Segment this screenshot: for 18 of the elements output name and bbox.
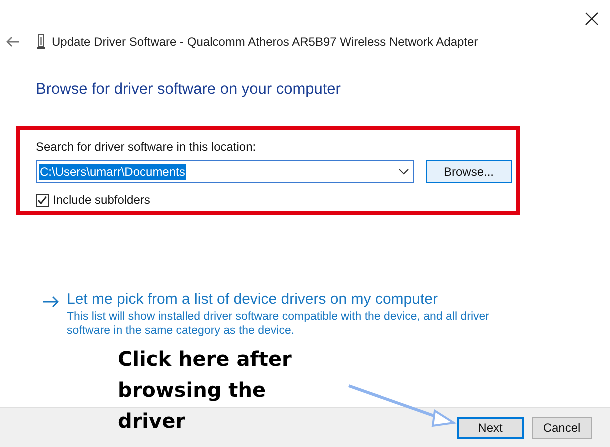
window-title: Update Driver Software - Qualcomm Atheros AR5B97 Wireless Network Adapter — [52, 34, 478, 51]
callout-text: Click here after browsing the driver — [118, 346, 292, 435]
back-arrow-icon[interactable] — [6, 36, 20, 48]
location-value: C:\Users\umarr\Documents — [39, 164, 186, 180]
network-adapter-icon — [37, 34, 46, 50]
dialog-button[interactable]: Next — [457, 416, 524, 438]
pick-driver-link[interactable]: Let me pick from a list of device drivers on my computer — [67, 291, 517, 310]
subfolders-checkbox[interactable] — [36, 194, 49, 207]
browse-button[interactable]: Browse... — [426, 160, 512, 184]
page-heading: Browse for driver software on your computer — [36, 80, 342, 100]
pick-driver-description: This list will show installed driver software compatible with the device, and all driver software in the same category as the device. — [67, 310, 490, 338]
dialog-button[interactable]: Cancel — [532, 416, 592, 438]
subfolders-label: Include subfolders — [53, 192, 150, 210]
close-icon[interactable] — [585, 12, 599, 26]
location-label: Search for driver software in this location: — [36, 139, 258, 156]
dropdown-caret-icon[interactable] — [399, 168, 409, 175]
location-combo-box[interactable]: C:\Users\umarr\Documents — [36, 160, 414, 184]
right-arrow-icon[interactable] — [42, 296, 60, 308]
